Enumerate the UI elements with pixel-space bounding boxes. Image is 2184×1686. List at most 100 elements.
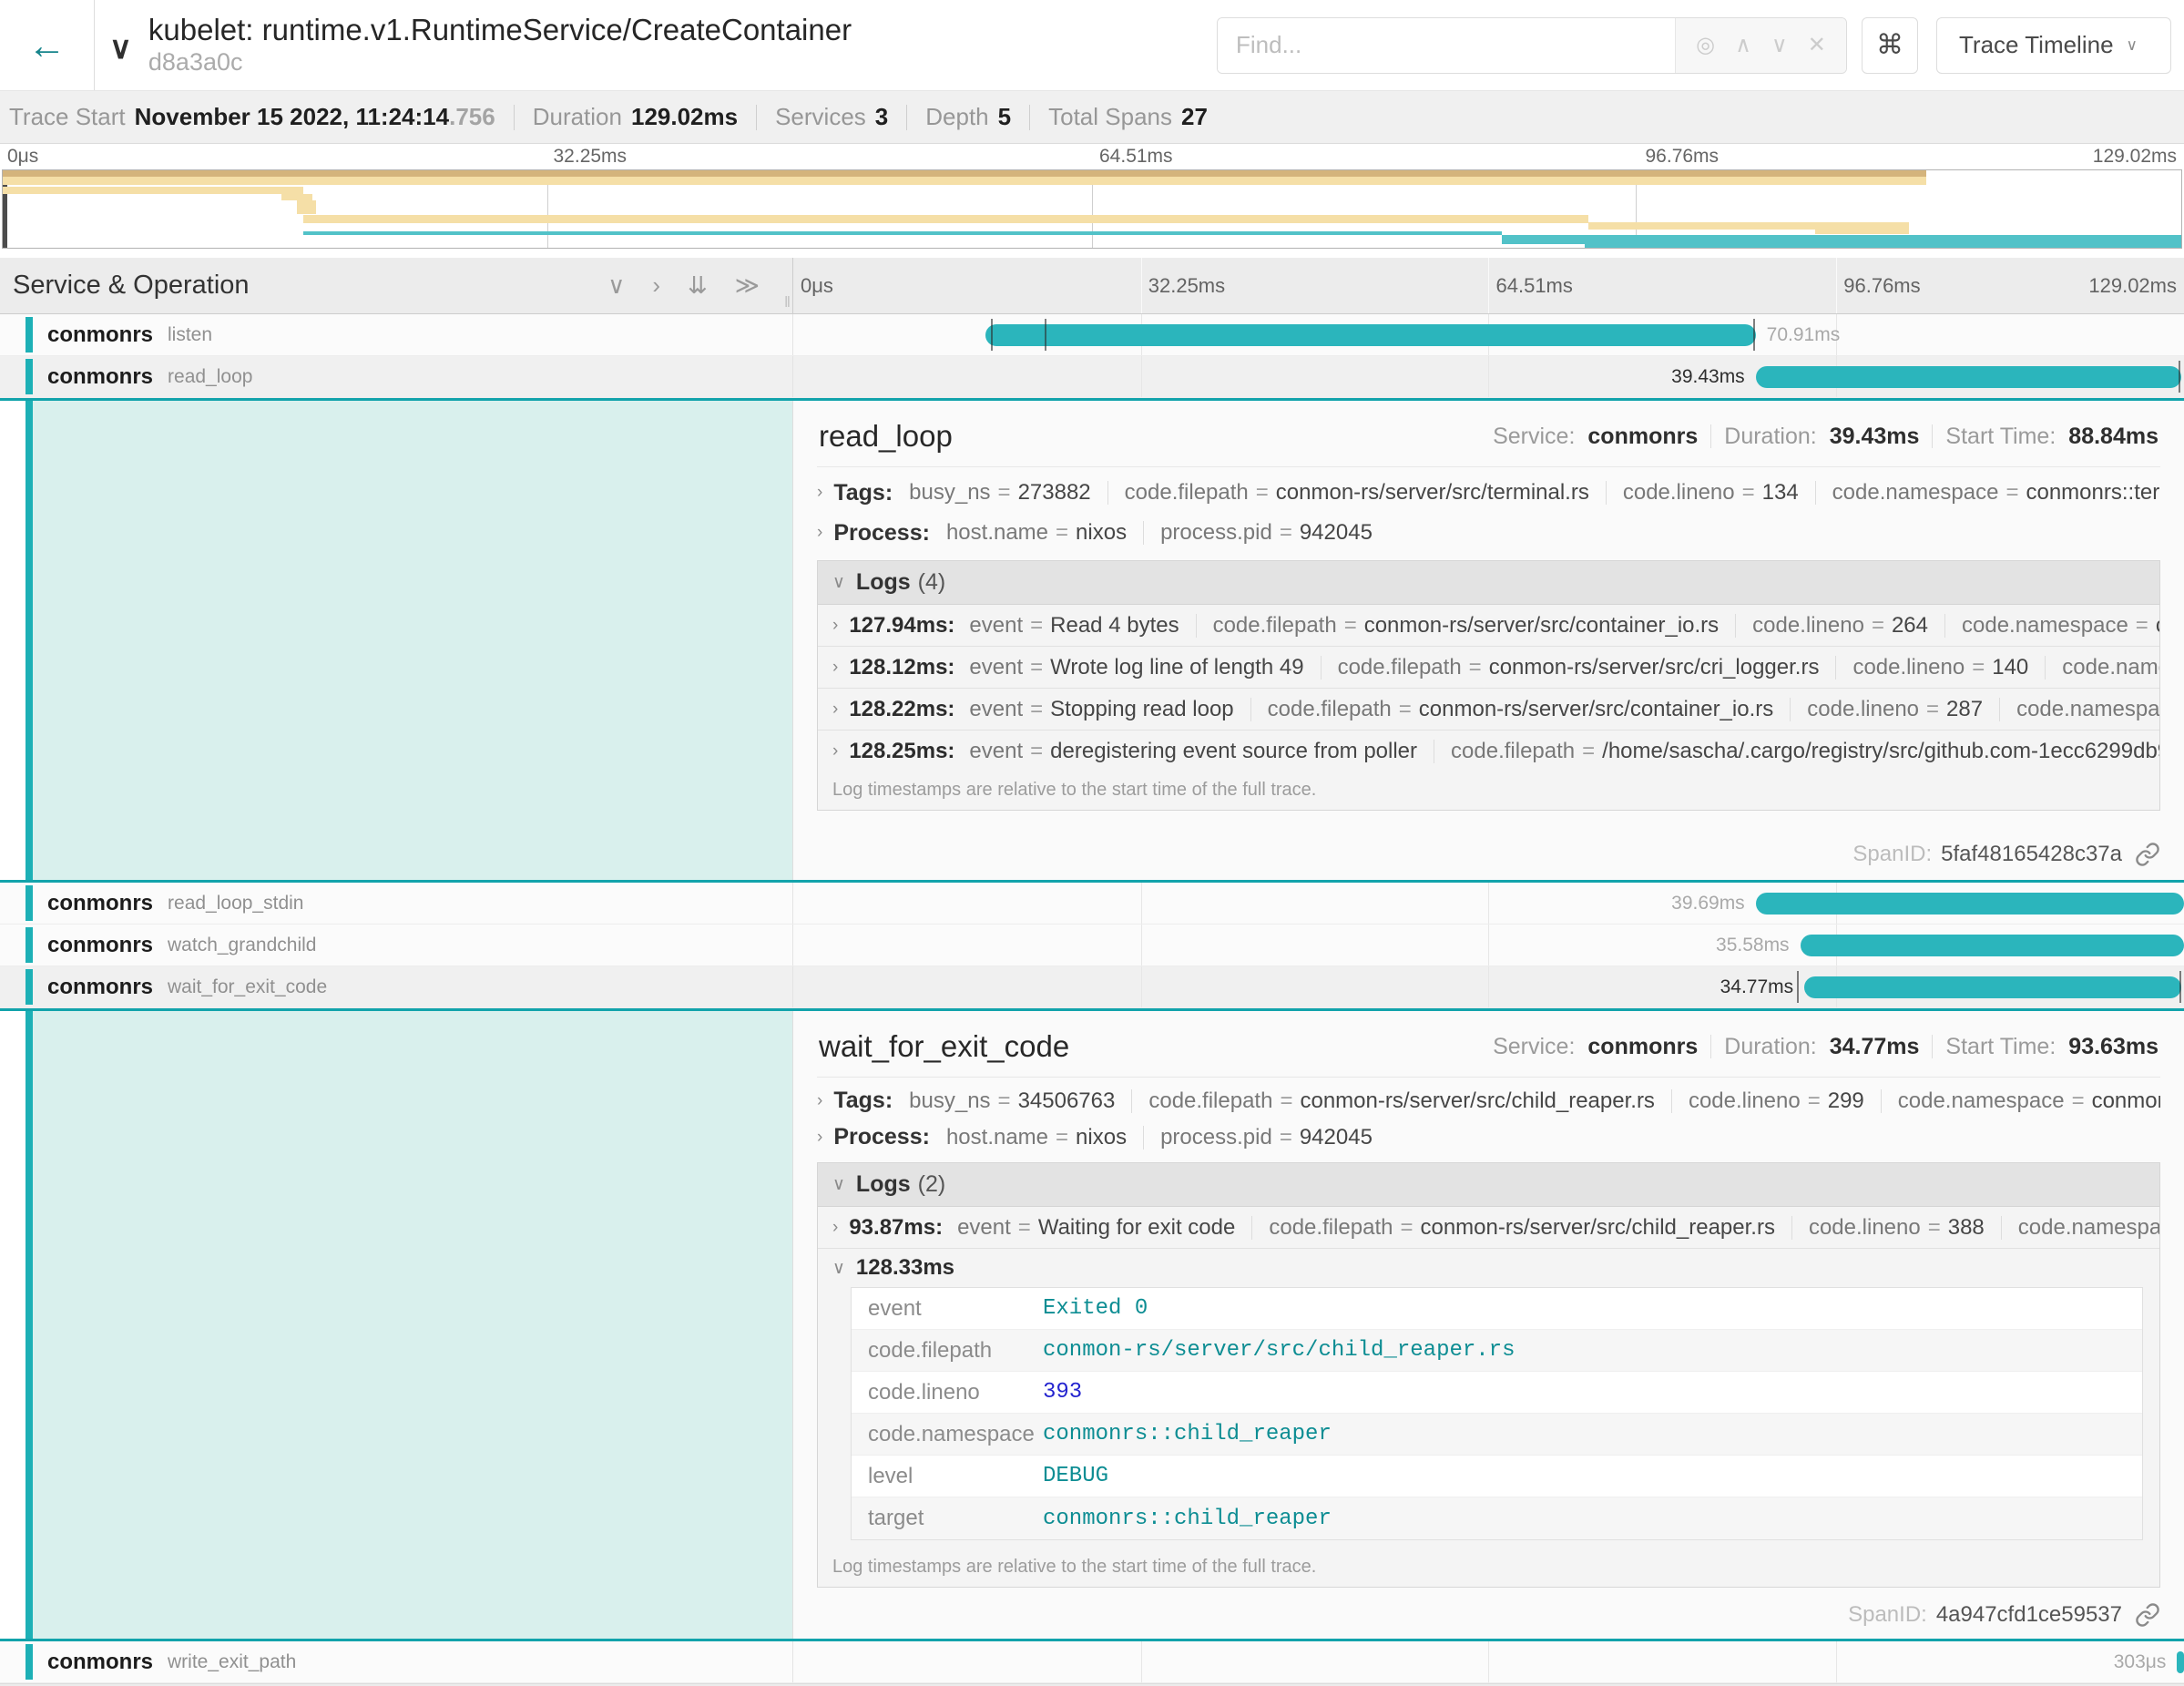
span-timeline-cell[interactable]: 34.77ms [793, 966, 2184, 1007]
span-name-cell[interactable]: conmonrs wait_for_exit_code [0, 966, 793, 1007]
span-bar[interactable] [1756, 366, 2181, 388]
span-bar[interactable] [1804, 976, 2181, 998]
minimap-canvas[interactable] [2, 169, 2182, 249]
span-name-cell[interactable]: conmonrs listen [0, 314, 793, 355]
span-row-write-exit-path[interactable]: conmonrs write_exit_path 303μs [0, 1641, 2184, 1683]
tags-row[interactable]: › Tags: busy_ns=34506763 code.filepath=c… [817, 1083, 2160, 1119]
find-input[interactable] [1218, 18, 1675, 73]
chevron-down-icon[interactable]: ∨ [104, 30, 138, 66]
copy-link-icon[interactable] [2135, 1602, 2160, 1628]
process-row[interactable]: › Process: host.name=nixos process.pid=9… [817, 1119, 2160, 1156]
span-row-read-loop[interactable]: conmonrs read_loop 39.43ms [0, 356, 2184, 398]
span-bar[interactable] [1756, 893, 2184, 915]
log-field: code.filepath=conmon-rs/server/src/conta… [1213, 613, 1720, 639]
log-entry[interactable]: › 127.94ms: event=Read 4 bytes code.file… [818, 605, 2159, 647]
span-row-wait-for-exit-code[interactable]: conmonrs wait_for_exit_code 34.77ms [0, 966, 2184, 1008]
field-value: conmonrs::child_reaper [1043, 1422, 1332, 1446]
minimap-span-bar [281, 194, 311, 200]
span-name-cell[interactable]: conmonrs read_loop [0, 356, 793, 397]
total-spans-label: Total Spans [1048, 103, 1172, 131]
service-color-bar [26, 1644, 33, 1680]
clear-search-icon[interactable]: ✕ [1808, 32, 1826, 58]
divider [1815, 481, 1816, 505]
logs-header[interactable]: ∨ Logs (2) [818, 1163, 2159, 1207]
tag: code.lineno=134 [1623, 480, 1799, 506]
log-field: event=Waiting for exit code [957, 1215, 1235, 1241]
log-timestamp: 128.12ms: [849, 655, 954, 680]
operation-name: watch_grandchild [168, 935, 316, 956]
log-field: event=Stopping read loop [969, 697, 1233, 722]
duration-value: 34.77ms [1830, 1034, 1920, 1060]
view-selector-button[interactable]: Trace Timeline ∨ [1936, 17, 2171, 74]
table-row: code.filepath conmon-rs/server/src/child… [852, 1330, 2142, 1372]
process-tag: host.name=nixos [946, 520, 1127, 546]
service-name: conmonrs [47, 933, 153, 958]
divider [1606, 481, 1607, 505]
logs-header[interactable]: ∨ Logs (4) [818, 561, 2159, 605]
prev-match-icon[interactable]: ∧ [1735, 32, 1751, 58]
span-timeline-cell[interactable]: 39.69ms [793, 883, 2184, 924]
span-bar[interactable] [2177, 1651, 2184, 1673]
span-bar[interactable] [1801, 935, 2184, 956]
span-timeline-cell[interactable]: 35.58ms [793, 925, 2184, 966]
trace-start-label: Trace Start [9, 103, 126, 131]
span-id-value: 5faf48165428c37a [1941, 842, 2122, 867]
span-row-read-loop-stdin[interactable]: conmonrs read_loop_stdin 39.69ms [0, 883, 2184, 925]
keyboard-shortcuts-button[interactable]: ⌘ [1862, 17, 1918, 74]
span-duration: 303μs [2103, 1651, 2178, 1673]
column-resize-handle[interactable]: ‖ [784, 293, 791, 312]
chevron-down-icon: ∨ [832, 1174, 845, 1195]
span-detail-panel: wait_for_exit_code Service:conmonrs Dura… [793, 1011, 2184, 1639]
span-row-watch-grandchild[interactable]: conmonrs watch_grandchild 35.58ms [0, 925, 2184, 966]
field-value: 393 [1043, 1380, 1082, 1405]
field-key: target [852, 1506, 1043, 1531]
log-entry[interactable]: › 93.87ms: event=Waiting for exit code c… [818, 1207, 2159, 1249]
log-entry[interactable]: › 128.22ms: event=Stopping read loop cod… [818, 689, 2159, 731]
minimap-span-bar [303, 231, 1502, 235]
operation-name: write_exit_path [168, 1651, 296, 1673]
divider [1143, 521, 1144, 545]
span-id-label: SpanID: [1848, 1602, 1927, 1628]
trace-start-ms: .756 [449, 103, 495, 131]
collapse-one-icon[interactable]: ∨ [607, 271, 625, 300]
service-label: Service: [1493, 1034, 1575, 1060]
tags-row[interactable]: › Tags: busy_ns=273882 code.filepath=con… [817, 473, 2160, 513]
top-bar: ← ∨ kubelet: runtime.v1.RuntimeService/C… [0, 0, 2184, 91]
span-detail-read-loop: read_loop Service:conmonrs Duration:39.4… [0, 398, 2184, 883]
span-duration: 35.58ms [1705, 935, 1801, 956]
process-row[interactable]: › Process: host.name=nixos process.pid=9… [817, 513, 2160, 553]
collapse-all-icon[interactable]: ⇊ [688, 271, 708, 300]
tags-label: Tags: [833, 1088, 893, 1114]
log-timestamp: 128.25ms: [849, 739, 954, 764]
tag: code.namespace=conmonrs::terminal [1832, 480, 2160, 506]
tag: busy_ns=34506763 [909, 1088, 1115, 1114]
log-entry[interactable]: › 128.25ms: event=deregistering event so… [818, 731, 2159, 772]
span-detail-title: wait_for_exit_code [819, 1029, 1069, 1064]
services-label: Services [775, 103, 866, 131]
log-entry[interactable]: › 128.12ms: event=Wrote log line of leng… [818, 647, 2159, 689]
divider [1932, 424, 1933, 448]
divider [1735, 614, 1736, 638]
span-row-listen[interactable]: conmonrs listen 70.91ms [0, 314, 2184, 356]
expand-one-icon[interactable]: › [652, 271, 660, 300]
tick-label: 96.76ms [1646, 146, 1720, 168]
tick-label: 64.51ms [1099, 146, 1173, 168]
span-bar[interactable] [985, 324, 1756, 346]
span-name-cell[interactable]: conmonrs read_loop_stdin [0, 883, 793, 924]
span-timeline-cell[interactable]: 303μs [793, 1641, 2184, 1682]
expand-all-icon[interactable]: ≫ [735, 271, 760, 300]
span-name-cell[interactable]: conmonrs write_exit_path [0, 1641, 793, 1682]
back-button[interactable]: ← [0, 0, 95, 90]
span-detail-title: read_loop [819, 419, 953, 454]
expanded-log-header[interactable]: ∨ 128.33ms [818, 1249, 2159, 1287]
copy-link-icon[interactable] [2135, 842, 2160, 867]
span-timeline-cell[interactable]: 70.91ms [793, 314, 2184, 355]
chevron-down-icon: ∨ [832, 1258, 845, 1279]
next-match-icon[interactable]: ∨ [1771, 32, 1788, 58]
minimap-tick-labels: 0μs 32.25ms 64.51ms 96.76ms 129.02ms [0, 144, 2184, 169]
tag: code.namespace=conmonrs::child_reap… [1898, 1088, 2160, 1114]
span-timeline-cell[interactable]: 39.43ms [793, 356, 2184, 397]
locate-icon[interactable]: ◎ [1696, 32, 1715, 58]
log-timestamp: 93.87ms: [849, 1215, 943, 1241]
span-name-cell[interactable]: conmonrs watch_grandchild [0, 925, 793, 966]
